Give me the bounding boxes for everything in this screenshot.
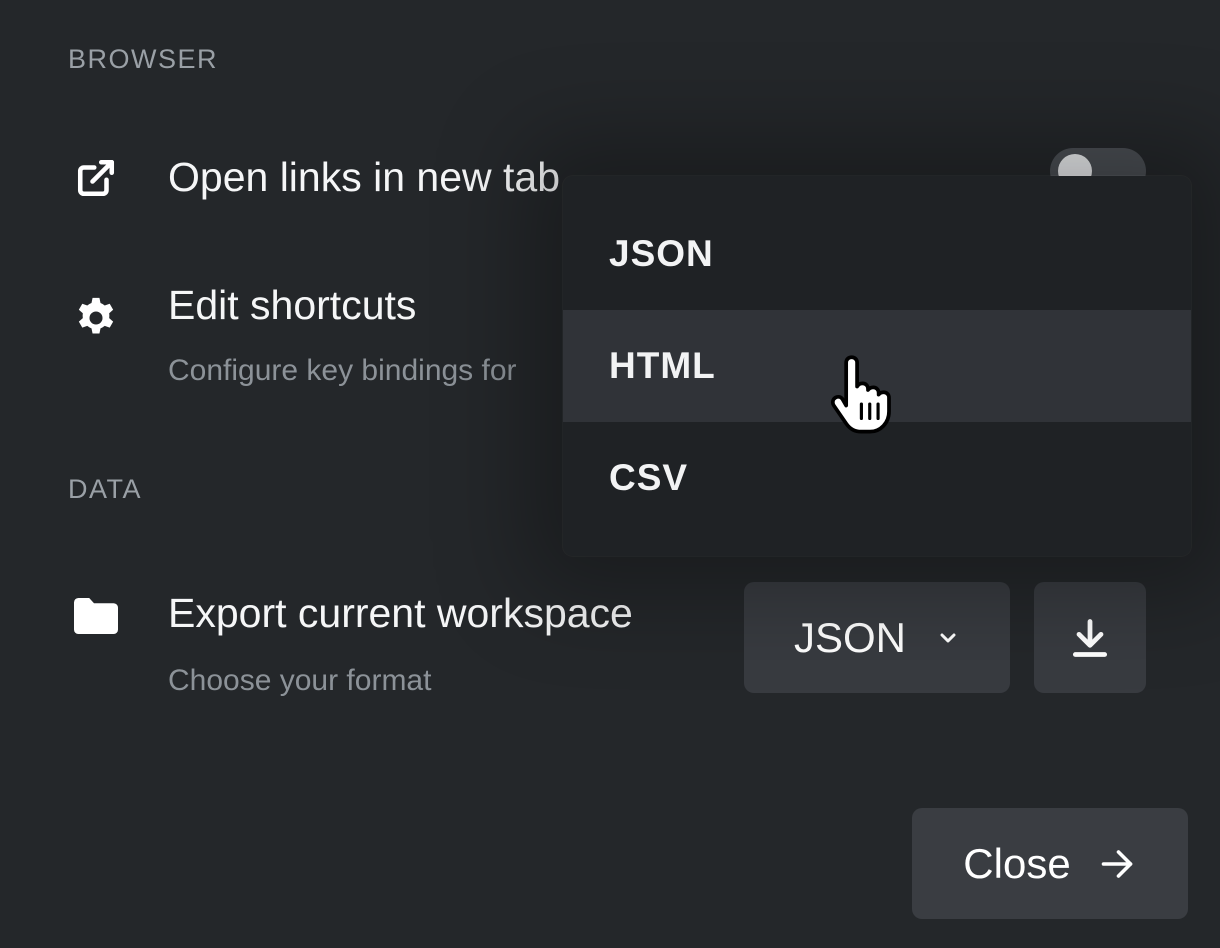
- arrow-right-icon: [1097, 846, 1137, 882]
- close-button[interactable]: Close: [912, 808, 1188, 919]
- edit-shortcuts-description: Configure key bindings for: [168, 354, 517, 387]
- edit-shortcuts-title: Edit shortcuts: [168, 282, 417, 328]
- format-select-value: JSON: [793, 613, 906, 661]
- close-button-label: Close: [963, 839, 1071, 887]
- open-links-title: Open links in new tab: [168, 154, 561, 200]
- section-label-data: DATA: [68, 474, 143, 504]
- section-label-browser: BROWSER: [68, 44, 219, 74]
- export-description: Choose your format: [168, 664, 432, 697]
- folder-icon: [72, 592, 120, 640]
- dropdown-option-json[interactable]: JSON: [563, 198, 1191, 310]
- download-button[interactable]: [1034, 582, 1146, 693]
- download-icon: [1068, 616, 1112, 660]
- dropdown-option-html[interactable]: HTML: [563, 310, 1191, 422]
- gear-icon: [72, 294, 120, 342]
- external-link-icon: [72, 154, 120, 202]
- format-dropdown-menu: JSON HTML CSV: [563, 176, 1191, 556]
- export-title: Export current workspace: [168, 590, 633, 636]
- dropdown-option-csv[interactable]: CSV: [563, 422, 1191, 534]
- format-select[interactable]: JSON: [744, 582, 1010, 693]
- chevron-down-icon: [936, 630, 960, 646]
